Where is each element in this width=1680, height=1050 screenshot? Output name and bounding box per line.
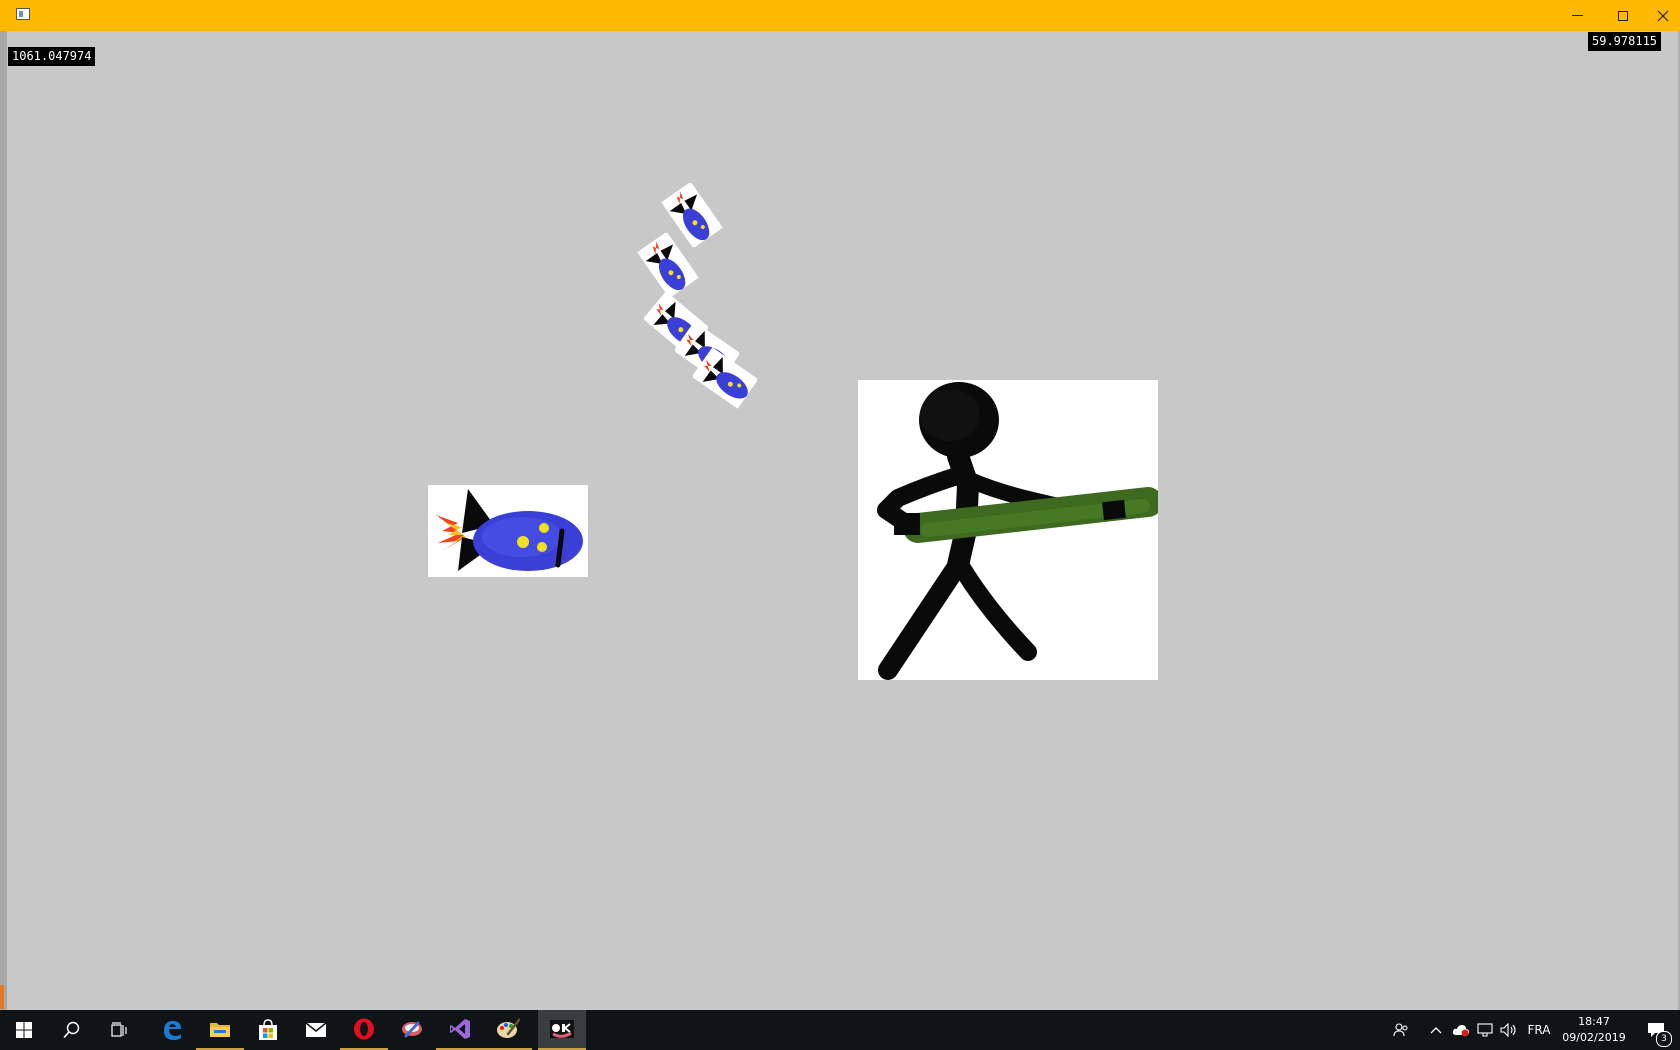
clock-button[interactable]: 18:47 09/02/2019	[1556, 1010, 1632, 1050]
store-taskbar-button[interactable]	[244, 1010, 292, 1050]
store-icon	[259, 1019, 277, 1040]
cloud-icon	[1452, 1025, 1469, 1037]
network-icon	[1477, 1023, 1493, 1037]
maximize-button[interactable]	[1600, 0, 1646, 31]
paint-palette-icon	[497, 1018, 520, 1038]
window-left-border	[0, 31, 7, 1010]
people-button[interactable]	[1388, 1010, 1414, 1050]
paint-palette-taskbar-button[interactable]	[484, 1010, 532, 1050]
taskbar: FRA 18:47 09/02/2019 3	[0, 1010, 1680, 1050]
mail-icon	[305, 1022, 327, 1037]
close-button[interactable]	[1646, 0, 1680, 31]
window-border-accent	[0, 985, 4, 1009]
search-icon	[63, 1021, 80, 1039]
volume-icon	[1500, 1023, 1516, 1037]
people-icon	[1393, 1023, 1408, 1037]
file-explorer-taskbar-button[interactable]	[196, 1010, 244, 1050]
elapsed-time-readout: 1061.047974	[8, 47, 96, 66]
paint-app-icon	[402, 1021, 422, 1038]
input-language-button[interactable]: FRA	[1523, 1010, 1555, 1050]
player-sprite	[858, 380, 1158, 680]
action-center-button[interactable]: 3	[1636, 1010, 1676, 1050]
title-bar[interactable]	[0, 0, 1680, 31]
game-app-taskbar-button[interactable]	[538, 1010, 586, 1050]
visual-studio-icon	[450, 1019, 470, 1039]
mail-taskbar-button[interactable]	[292, 1010, 340, 1050]
task-view-icon	[111, 1022, 127, 1037]
visual-studio-taskbar-button[interactable]	[436, 1010, 484, 1050]
close-icon	[1657, 10, 1669, 21]
notification-count-badge: 3	[1656, 1031, 1672, 1047]
opera-taskbar-button[interactable]	[340, 1010, 388, 1050]
network-tray-button[interactable]	[1474, 1010, 1496, 1050]
large-rocket-sprite	[428, 485, 588, 577]
windows-start-icon	[16, 1022, 32, 1038]
small-rocket-sprite	[637, 233, 699, 297]
small-rocket-sprite	[693, 347, 757, 409]
paint-app-taskbar-button[interactable]	[388, 1010, 436, 1050]
fps-readout: 59.978115	[1588, 32, 1662, 51]
clock-date: 09/02/2019	[1562, 1031, 1626, 1044]
cloud-tray-button[interactable]	[1450, 1010, 1472, 1050]
edge-taskbar-button[interactable]	[148, 1010, 196, 1050]
search-button[interactable]	[48, 1010, 96, 1050]
edge-icon	[164, 1021, 181, 1040]
task-view-button[interactable]	[96, 1010, 144, 1050]
clock-time: 18:47	[1578, 1015, 1610, 1028]
game-app-icon	[550, 1020, 574, 1038]
start-button[interactable]	[0, 1010, 48, 1050]
minimize-icon	[1571, 15, 1583, 16]
minimize-button[interactable]	[1554, 0, 1600, 31]
maximize-icon	[1618, 10, 1628, 21]
opera-icon	[354, 1018, 374, 1040]
show-hidden-icons-button[interactable]	[1426, 1010, 1446, 1050]
volume-tray-button[interactable]	[1498, 1010, 1520, 1050]
app-icon[interactable]	[16, 8, 30, 20]
file-explorer-icon	[210, 1023, 230, 1037]
chevron-up-icon	[1430, 1027, 1442, 1034]
